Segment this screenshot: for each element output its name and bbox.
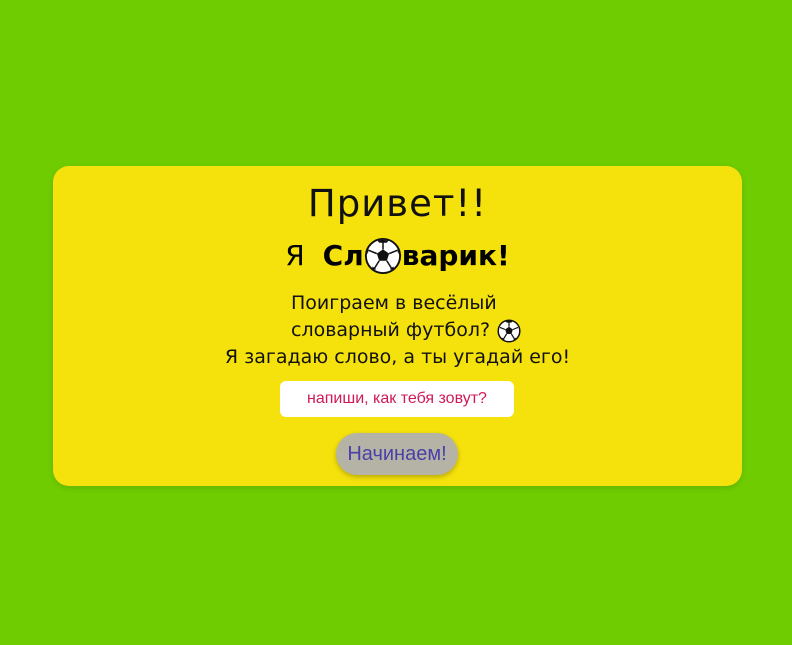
description-line-3: Я загадаю слово, а ты угадай его! [224, 346, 571, 368]
soccer-ball-icon [497, 318, 521, 343]
name-input[interactable] [280, 381, 514, 417]
description-line-2-text: словарный футбол? [291, 319, 491, 341]
description-line-1: Поиграем в весёлый [291, 292, 497, 314]
welcome-card: Привет!! Я Сл варик! Поиграем в весёлый … [53, 166, 742, 486]
game-description: Поиграем в весёлый словарный футбол? Я з… [53, 290, 742, 371]
app-name: Сл варик! [323, 236, 510, 276]
soccer-ball-icon [364, 237, 401, 275]
app-name-end: варик! [401, 239, 510, 272]
start-button[interactable]: Начинаем! [336, 433, 458, 475]
greeting-title: Привет!! [307, 182, 488, 225]
app-name-start: Сл [322, 239, 364, 272]
intro-title: Я Сл варик! [53, 236, 742, 276]
intro-prefix: Я [285, 239, 305, 272]
description-line-2: словарный футбол? [53, 317, 742, 344]
